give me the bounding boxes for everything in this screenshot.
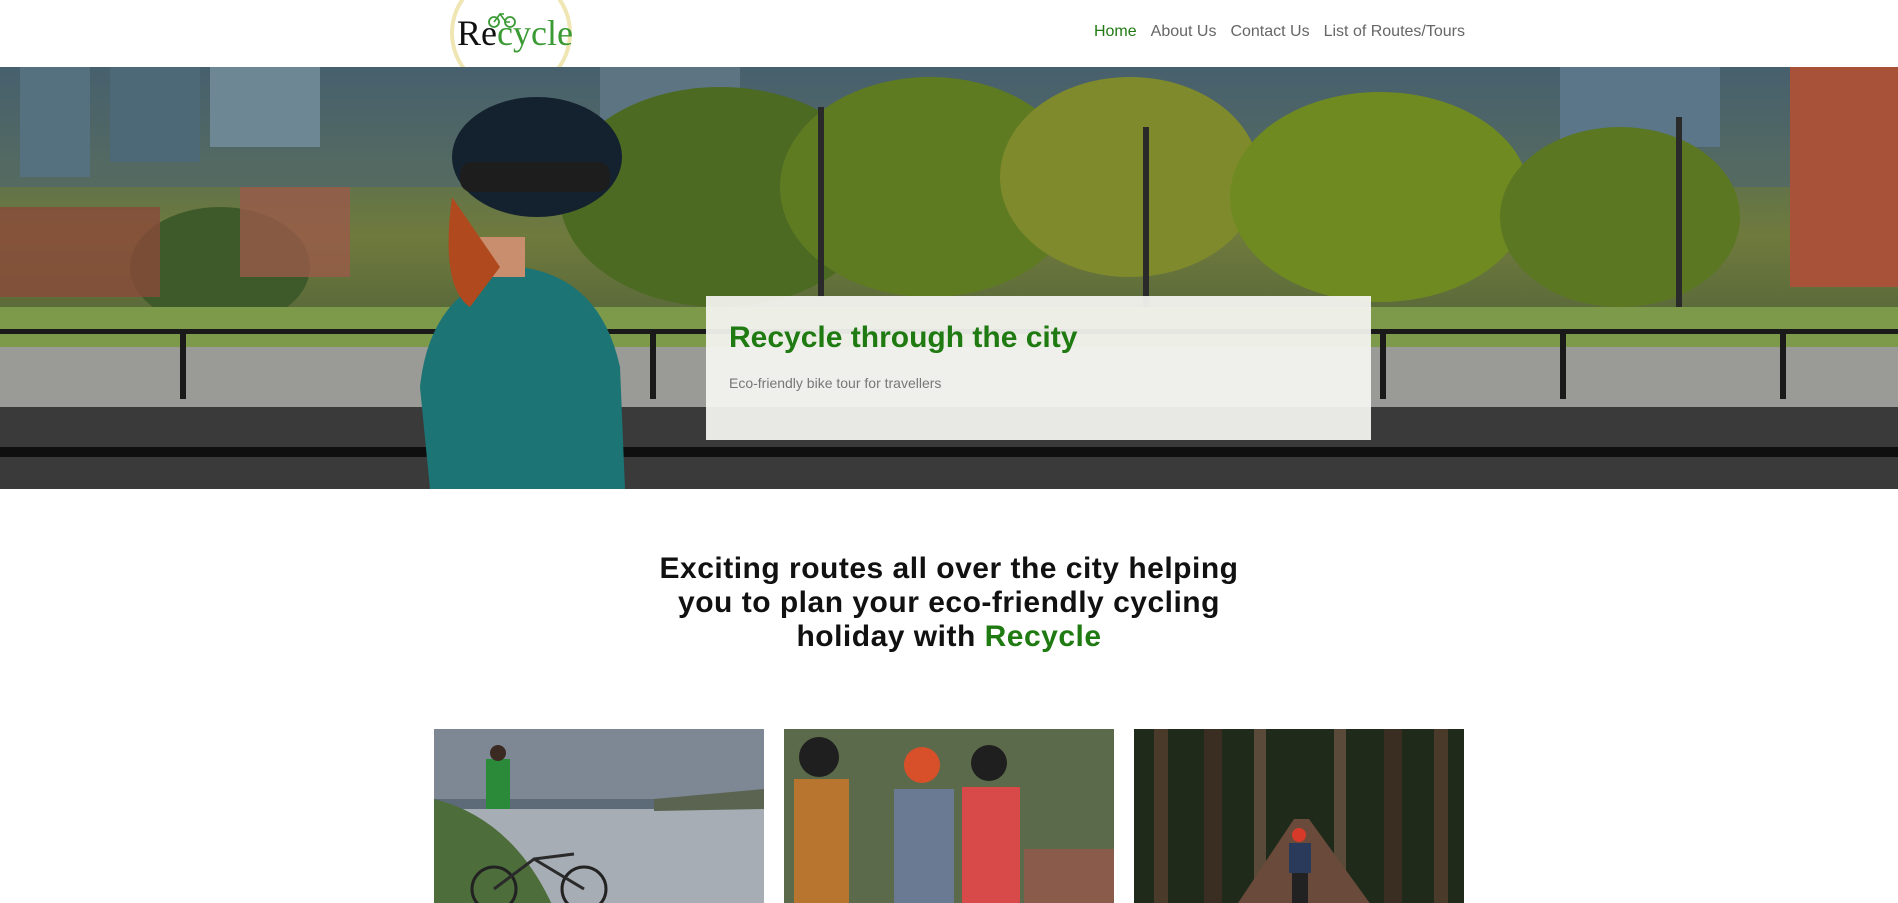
route-card-forest[interactable] <box>1134 729 1464 903</box>
logo-prefix: Re <box>457 13 497 53</box>
route-card-group[interactable] <box>784 729 1114 903</box>
hero-card: Recycle through the city Eco-friendly bi… <box>706 296 1371 440</box>
route-image-forest <box>1134 729 1464 903</box>
intro-brand: Recycle <box>984 620 1102 653</box>
hero-banner: Recycle through the city Eco-friendly bi… <box>0 67 1898 489</box>
hero-subtitle: Eco-friendly bike tour for travellers <box>729 375 942 391</box>
site-header: Recycle Home About Us Contact Us List of… <box>0 0 1898 67</box>
site-logo[interactable]: Recycle <box>447 0 577 67</box>
nav-routes-tours[interactable]: List of Routes/Tours <box>1324 23 1465 41</box>
nav-about-us[interactable]: About Us <box>1151 23 1217 41</box>
route-card-coast[interactable] <box>434 729 764 903</box>
nav-home[interactable]: Home <box>1094 23 1137 41</box>
hero-title: Recycle through the city <box>729 321 1078 354</box>
nav-contact-us[interactable]: Contact Us <box>1230 23 1309 41</box>
logo-wordmark: Recycle <box>457 12 573 54</box>
intro-section: Exciting routes all over the city helpin… <box>0 552 1898 654</box>
route-image-group <box>784 729 1114 903</box>
logo-suffix: cycle <box>497 13 573 53</box>
intro-heading: Exciting routes all over the city helpin… <box>629 552 1269 654</box>
intro-text: Exciting routes all over the city helpin… <box>659 552 1239 653</box>
main-nav: Home About Us Contact Us List of Routes/… <box>1094 23 1465 41</box>
route-image-coast <box>434 729 764 903</box>
route-cards <box>434 729 1464 903</box>
